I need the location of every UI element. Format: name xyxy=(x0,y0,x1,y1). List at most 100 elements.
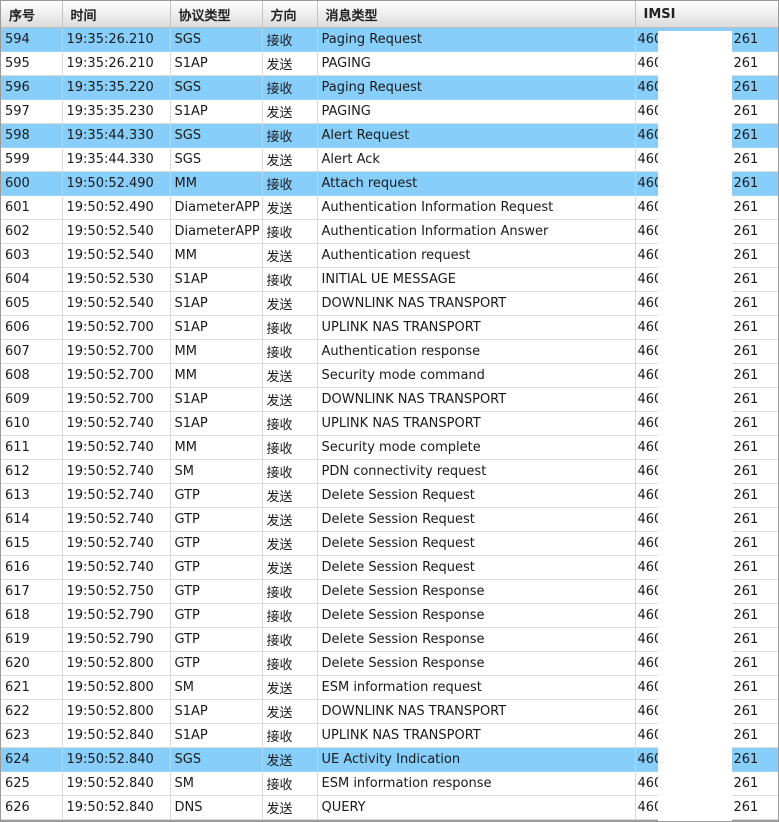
cell-protocol: GTP xyxy=(170,603,263,628)
column-header-time[interactable]: 时间 xyxy=(62,1,171,28)
imsi-redaction-mask xyxy=(658,31,732,821)
cell-direction: 发送 xyxy=(262,243,318,268)
imsi-suffix: 261 xyxy=(733,368,759,383)
cell-seq: 595 xyxy=(1,51,63,76)
cell-direction: 接收 xyxy=(262,339,318,364)
cell-seq: 601 xyxy=(1,195,63,220)
cell-message-type: DOWNLINK NAS TRANSPORT xyxy=(317,699,636,724)
imsi-suffix: 261 xyxy=(733,632,759,647)
cell-seq: 615 xyxy=(1,531,63,556)
cell-direction: 接收 xyxy=(262,267,318,292)
cell-protocol: SGS xyxy=(170,123,263,148)
cell-protocol: S1AP xyxy=(170,723,263,748)
cell-time: 19:50:52.840 xyxy=(62,795,171,820)
cell-seq: 610 xyxy=(1,411,63,436)
cell-direction: 接收 xyxy=(262,123,318,148)
cell-protocol: GTP xyxy=(170,507,263,532)
cell-direction: 接收 xyxy=(262,459,318,484)
cell-protocol: S1AP xyxy=(170,699,263,724)
cell-time: 19:50:52.700 xyxy=(62,315,171,340)
cell-direction: 发送 xyxy=(262,51,318,76)
cell-message-type: Security mode command xyxy=(317,363,636,388)
cell-direction: 接收 xyxy=(262,579,318,604)
cell-protocol: S1AP xyxy=(170,267,263,292)
cell-time: 19:35:26.210 xyxy=(62,27,171,52)
cell-protocol: GTP xyxy=(170,651,263,676)
cell-message-type: Delete Session Request xyxy=(317,507,636,532)
cell-time: 19:50:52.740 xyxy=(62,459,171,484)
cell-protocol: S1AP xyxy=(170,315,263,340)
cell-seq: 609 xyxy=(1,387,63,412)
cell-time: 19:50:52.790 xyxy=(62,603,171,628)
cell-message-type: PDN connectivity request xyxy=(317,459,636,484)
cell-time: 19:35:44.330 xyxy=(62,123,171,148)
cell-time: 19:50:52.700 xyxy=(62,363,171,388)
imsi-suffix: 261 xyxy=(733,296,759,311)
cell-time: 19:50:52.800 xyxy=(62,675,171,700)
imsi-suffix: 261 xyxy=(733,104,759,119)
cell-seq: 623 xyxy=(1,723,63,748)
cell-seq: 598 xyxy=(1,123,63,148)
imsi-suffix: 261 xyxy=(733,128,759,143)
cell-time: 19:50:52.540 xyxy=(62,243,171,268)
cell-time: 19:50:52.800 xyxy=(62,699,171,724)
cell-seq: 611 xyxy=(1,435,63,460)
cell-direction: 接收 xyxy=(262,411,318,436)
cell-protocol: SM xyxy=(170,459,263,484)
imsi-suffix: 261 xyxy=(733,224,759,239)
column-header-protocol[interactable]: 协议类型 xyxy=(170,1,263,28)
cell-seq: 605 xyxy=(1,291,63,316)
cell-message-type: Delete Session Response xyxy=(317,579,636,604)
cell-seq: 618 xyxy=(1,603,63,628)
imsi-suffix: 261 xyxy=(733,656,759,671)
cell-time: 19:50:52.540 xyxy=(62,219,171,244)
column-header-direction[interactable]: 方向 xyxy=(262,1,318,28)
cell-message-type: Delete Session Request xyxy=(317,555,636,580)
cell-direction: 发送 xyxy=(262,291,318,316)
imsi-suffix: 261 xyxy=(733,320,759,335)
cell-time: 19:50:52.490 xyxy=(62,171,171,196)
cell-seq: 608 xyxy=(1,363,63,388)
cell-protocol: SGS xyxy=(170,147,263,172)
column-header-message-type[interactable]: 消息类型 xyxy=(317,1,636,28)
cell-time: 19:35:26.210 xyxy=(62,51,171,76)
cell-protocol: GTP xyxy=(170,579,263,604)
cell-direction: 发送 xyxy=(262,699,318,724)
cell-time: 19:50:52.700 xyxy=(62,339,171,364)
cell-time: 19:50:52.800 xyxy=(62,651,171,676)
cell-message-type: Authentication request xyxy=(317,243,636,268)
cell-direction: 接收 xyxy=(262,315,318,340)
imsi-suffix: 261 xyxy=(733,512,759,527)
cell-time: 19:50:52.840 xyxy=(62,747,171,772)
cell-message-type: Delete Session Response xyxy=(317,603,636,628)
cell-seq: 620 xyxy=(1,651,63,676)
cell-time: 19:50:52.740 xyxy=(62,507,171,532)
cell-message-type: ESM information request xyxy=(317,675,636,700)
cell-protocol: SM xyxy=(170,675,263,700)
cell-time: 19:50:52.750 xyxy=(62,579,171,604)
cell-seq: 606 xyxy=(1,315,63,340)
cell-direction: 发送 xyxy=(262,675,318,700)
imsi-suffix: 261 xyxy=(733,440,759,455)
cell-seq: 604 xyxy=(1,267,63,292)
cell-direction: 接收 xyxy=(262,723,318,748)
cell-protocol: SGS xyxy=(170,747,263,772)
imsi-suffix: 261 xyxy=(733,752,759,767)
cell-seq: 625 xyxy=(1,771,63,796)
cell-time: 19:50:52.540 xyxy=(62,291,171,316)
cell-protocol: S1AP xyxy=(170,411,263,436)
cell-direction: 发送 xyxy=(262,99,318,124)
cell-direction: 接收 xyxy=(262,75,318,100)
cell-seq: 612 xyxy=(1,459,63,484)
column-header-imsi[interactable]: IMSI xyxy=(635,1,778,28)
cell-protocol: S1AP xyxy=(170,99,263,124)
imsi-suffix: 261 xyxy=(733,200,759,215)
cell-message-type: DOWNLINK NAS TRANSPORT xyxy=(317,291,636,316)
cell-seq: 622 xyxy=(1,699,63,724)
cell-time: 19:35:35.230 xyxy=(62,99,171,124)
cell-message-type: Delete Session Request xyxy=(317,531,636,556)
cell-direction: 发送 xyxy=(262,795,318,820)
cell-direction: 发送 xyxy=(262,387,318,412)
column-header-seq[interactable]: 序号 xyxy=(1,1,63,28)
cell-message-type: PAGING xyxy=(317,99,636,124)
